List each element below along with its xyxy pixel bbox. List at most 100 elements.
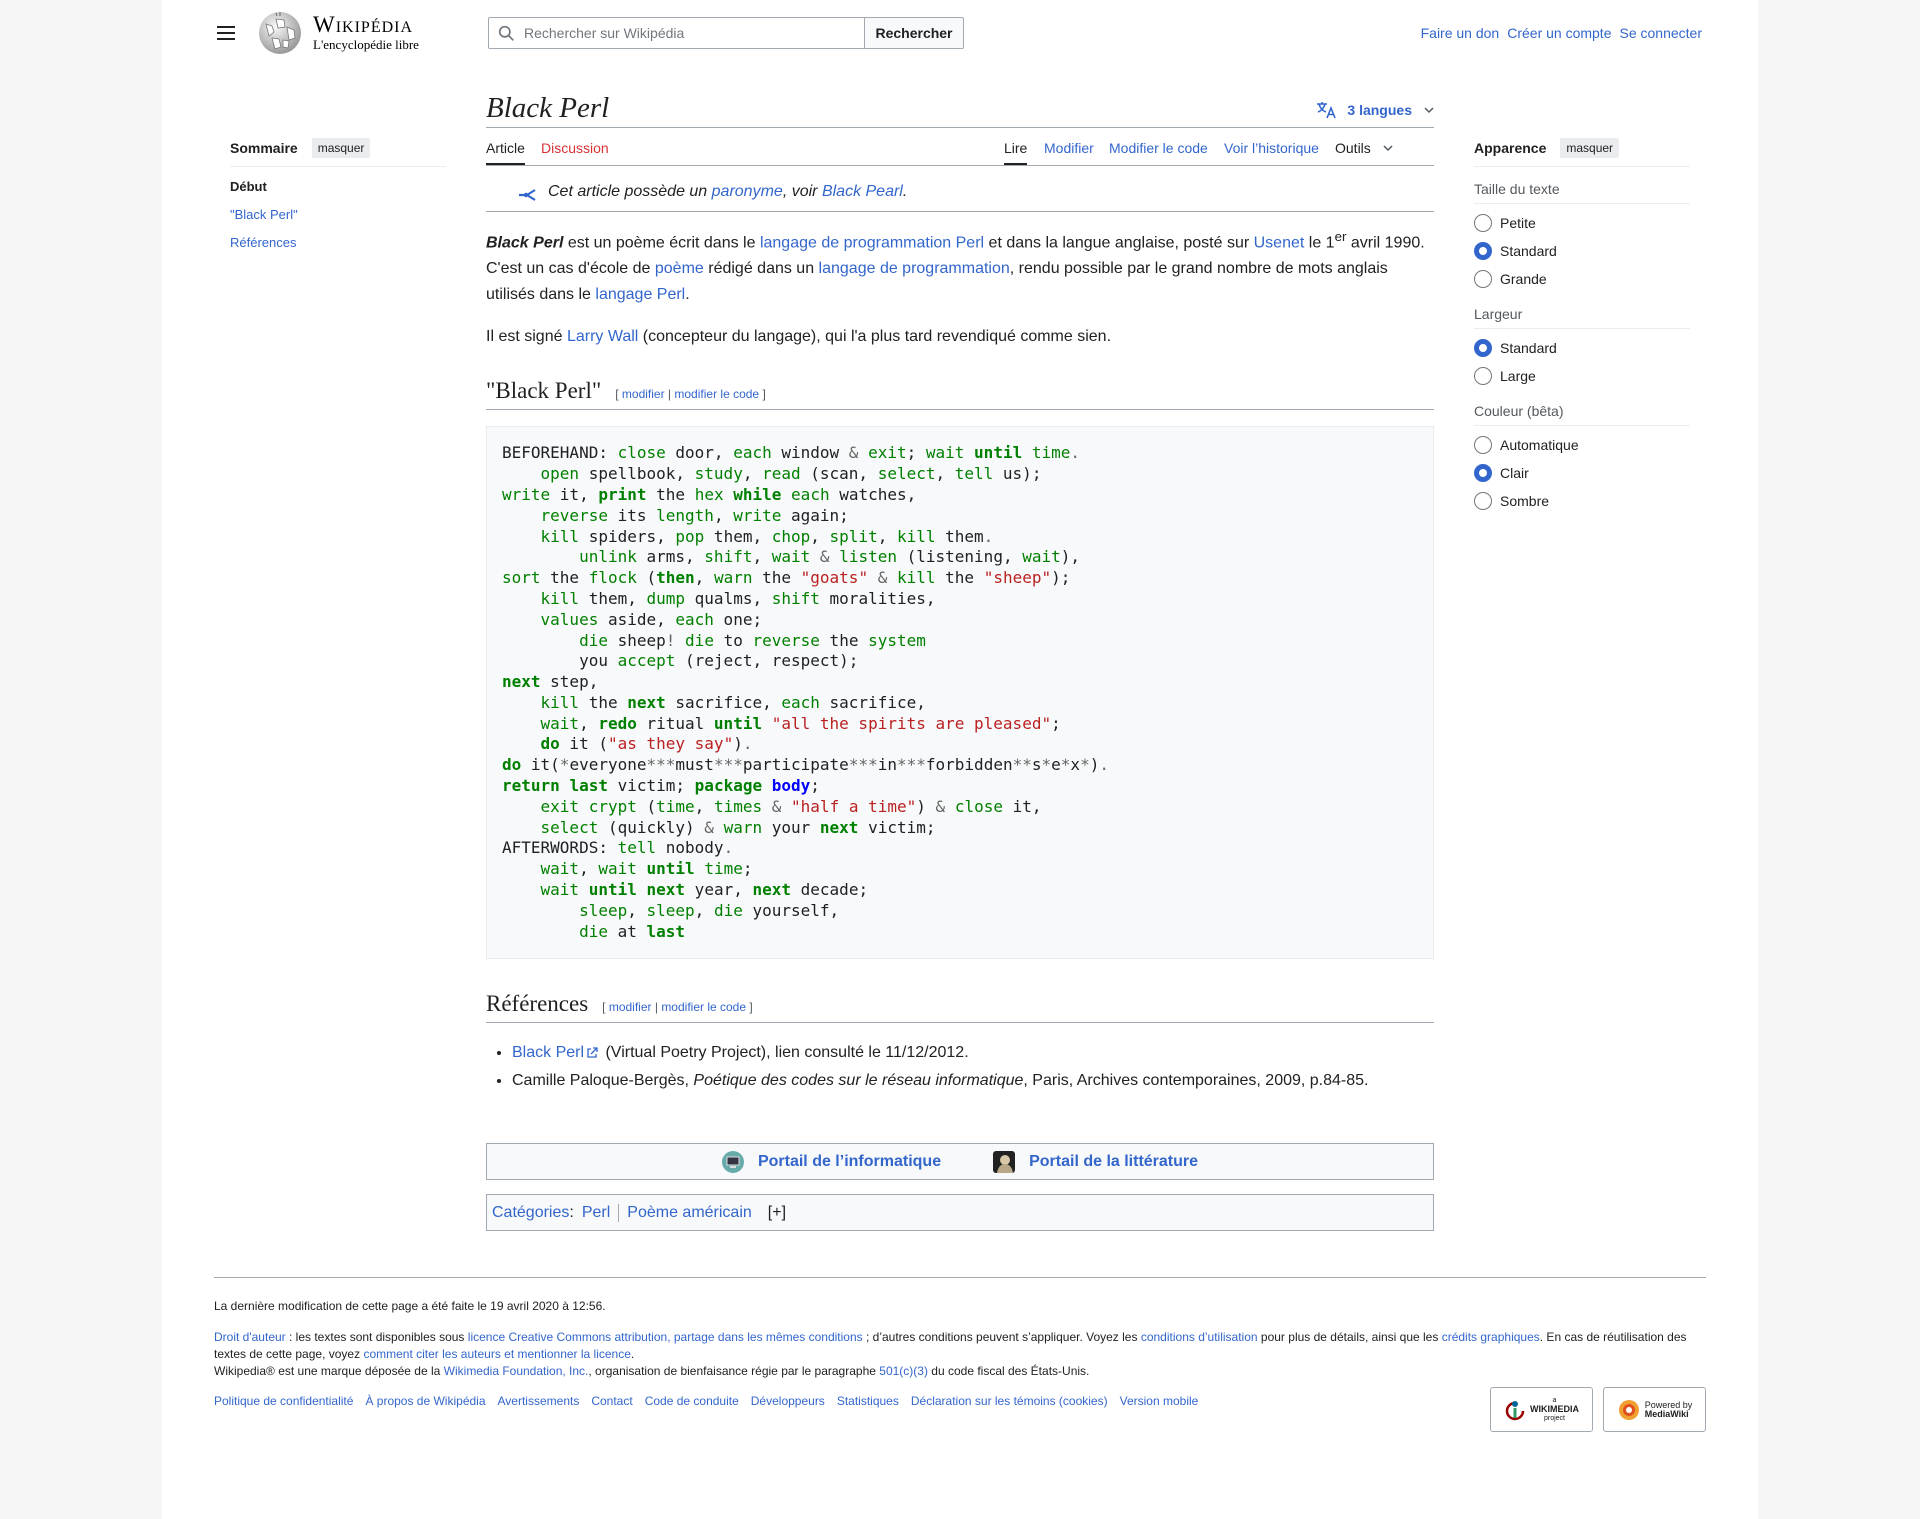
categories-link[interactable]: Catégories xyxy=(492,1204,569,1222)
black-perl-external-link[interactable]: Black Perl xyxy=(512,1044,584,1061)
poem-link[interactable]: poème xyxy=(655,260,704,277)
translate-icon xyxy=(1317,102,1337,119)
footer-link-statistics[interactable]: Statistiques xyxy=(837,1393,899,1410)
edit-source-section-link[interactable]: modifier le code xyxy=(674,387,759,401)
radio-button[interactable] xyxy=(1474,214,1492,232)
footer-link-disclaimers[interactable]: Avertissements xyxy=(498,1393,580,1410)
toc-hide-button[interactable]: masquer xyxy=(311,138,371,158)
tab-article[interactable]: Article xyxy=(486,140,525,165)
portal-informatique-link[interactable]: Portail de l’informatique xyxy=(721,1150,941,1173)
footer-link-developers[interactable]: Développeurs xyxy=(751,1393,825,1410)
text-size-standard-option[interactable]: Standard xyxy=(1474,242,1690,260)
login-link[interactable]: Se connecter xyxy=(1620,25,1703,41)
last-modified: La dernière modification de cette page a… xyxy=(214,1299,606,1313)
user-links: Faire un don Créer un compte Se connecte… xyxy=(1421,25,1702,41)
toc-item-black-perl[interactable]: "Black Perl" xyxy=(230,207,298,222)
mediawiki-logo-icon xyxy=(1618,1399,1639,1420)
article-content: Black Perl 3 langues Article Discussion … xyxy=(486,90,1434,1232)
text-size-small-option[interactable]: Petite xyxy=(1474,214,1690,232)
width-standard-option[interactable]: Standard xyxy=(1474,339,1690,357)
appearance-panel: Apparence masquer Taille du texte Petite… xyxy=(1474,138,1690,510)
section-heading-references: Références[ modifier | modifier le code … xyxy=(486,991,1434,1024)
powered-by-mediawiki-badge[interactable]: Powered by MediaWiki xyxy=(1603,1387,1706,1432)
donate-link[interactable]: Faire un don xyxy=(1421,25,1500,41)
category-poeme-americain-link[interactable]: Poème américain xyxy=(627,1204,752,1222)
usenet-link[interactable]: Usenet xyxy=(1254,234,1305,251)
toc-item-debut[interactable]: Début xyxy=(230,179,446,195)
wikimedia-project-badge[interactable]: a WIKIMEDIA project xyxy=(1490,1387,1593,1432)
footer-links: Politique de confidentialité À propos de… xyxy=(214,1393,1706,1410)
radio-button[interactable] xyxy=(1474,492,1492,510)
tools-menu[interactable]: Outils xyxy=(1335,140,1393,163)
disambiguation-icon xyxy=(519,189,536,201)
portrait-icon xyxy=(993,1150,1016,1173)
radio-button[interactable] xyxy=(1474,367,1492,385)
section-edit-links: [ modifier | modifier le code ] xyxy=(615,387,766,402)
edit-source-section-link[interactable]: modifier le code xyxy=(661,1000,746,1014)
cite-authors-link[interactable]: comment citer les auteurs et mentionner … xyxy=(363,1347,630,1361)
footer-link-code-of-conduct[interactable]: Code de conduite xyxy=(645,1393,739,1410)
list-item: Black Perl (Virtual Poetry Project), lie… xyxy=(512,1039,1434,1067)
radio-button[interactable] xyxy=(1474,436,1492,454)
search-input[interactable] xyxy=(489,18,864,48)
search-button[interactable]: Rechercher xyxy=(864,17,964,49)
tab-edit[interactable]: Modifier xyxy=(1044,140,1094,163)
language-button[interactable]: 3 langues xyxy=(1315,100,1434,120)
portal-litterature-link[interactable]: Portail de la littérature xyxy=(993,1150,1198,1173)
chevron-down-icon xyxy=(1383,145,1393,152)
search-form: Rechercher xyxy=(488,17,964,49)
wikipedia-globe-logo[interactable] xyxy=(254,10,306,56)
appearance-hide-button[interactable]: masquer xyxy=(1560,138,1620,158)
footer-link-contact[interactable]: Contact xyxy=(591,1393,632,1410)
perl-language-link[interactable]: langage de programmation Perl xyxy=(760,234,984,251)
perl-link[interactable]: langage Perl xyxy=(595,286,685,303)
color-dark-option[interactable]: Sombre xyxy=(1474,492,1690,510)
footer-link-privacy[interactable]: Politique de confidentialité xyxy=(214,1393,353,1410)
copyright-link[interactable]: Droit d'auteur xyxy=(214,1330,286,1344)
main-menu-button[interactable] xyxy=(214,22,238,46)
wordmark[interactable]: Wikipédia L'encyclopédie libre xyxy=(313,13,419,53)
categories-expand-button[interactable]: [+] xyxy=(768,1204,786,1222)
section-edit-links: [ modifier | modifier le code ] xyxy=(602,1000,753,1015)
color-auto-option[interactable]: Automatique xyxy=(1474,436,1690,454)
larry-wall-link[interactable]: Larry Wall xyxy=(567,328,638,345)
tab-discussion[interactable]: Discussion xyxy=(541,140,609,163)
section-heading-black-perl: "Black Perl"[ modifier | modifier le cod… xyxy=(486,378,1434,411)
text-size-large-option[interactable]: Grande xyxy=(1474,270,1690,288)
hatnote: Cet article possède un paronyme, voir Bl… xyxy=(486,166,1434,212)
black-pearl-link[interactable]: Black Pearl xyxy=(822,183,903,200)
width-large-option[interactable]: Large xyxy=(1474,367,1690,385)
programming-language-link[interactable]: langage de programmation xyxy=(819,260,1010,277)
license-link[interactable]: licence Creative Commons attribution, pa… xyxy=(468,1330,863,1344)
wikimedia-foundation-link[interactable]: Wikimedia Foundation, Inc. xyxy=(444,1364,589,1378)
page: Wikipédia L'encyclopédie libre Recherche… xyxy=(162,0,1758,1519)
footer-link-cookies[interactable]: Déclaration sur les témoins (cookies) xyxy=(911,1393,1108,1410)
page-tabs: Article Discussion Lire Modifier Modifie… xyxy=(486,128,1434,166)
tab-read[interactable]: Lire xyxy=(1004,140,1028,165)
radio-button-checked[interactable] xyxy=(1474,242,1492,260)
radio-button-checked[interactable] xyxy=(1474,464,1492,482)
search-box xyxy=(488,17,864,49)
tab-edit-source[interactable]: Modifier le code xyxy=(1109,140,1208,163)
edit-section-link[interactable]: modifier xyxy=(622,387,665,401)
footer-link-mobile[interactable]: Version mobile xyxy=(1120,1393,1199,1410)
width-label: Largeur xyxy=(1474,306,1690,329)
chevron-down-icon xyxy=(1424,107,1434,114)
color-light-option[interactable]: Clair xyxy=(1474,464,1690,482)
create-account-link[interactable]: Créer un compte xyxy=(1507,25,1611,41)
portal-bar: Portail de l’informatique Portail de la … xyxy=(486,1143,1434,1181)
edit-section-link[interactable]: modifier xyxy=(609,1000,652,1014)
tools-label: Outils xyxy=(1335,140,1371,156)
radio-button-checked[interactable] xyxy=(1474,339,1492,357)
radio-button[interactable] xyxy=(1474,270,1492,288)
501c3-link[interactable]: 501(c)(3) xyxy=(879,1364,928,1378)
language-count: 3 langues xyxy=(1347,102,1412,118)
category-perl-link[interactable]: Perl xyxy=(582,1204,610,1222)
tab-history[interactable]: Voir l’historique xyxy=(1224,140,1319,163)
graphic-credits-link[interactable]: crédits graphiques xyxy=(1442,1330,1540,1344)
footer-link-about[interactable]: À propos de Wikipédia xyxy=(365,1393,485,1410)
footer-badges: a WIKIMEDIA project Powered by MediaWiki xyxy=(1490,1387,1706,1432)
terms-link[interactable]: conditions d’utilisation xyxy=(1141,1330,1258,1344)
toc-item-references[interactable]: Références xyxy=(230,235,296,250)
paronym-link[interactable]: paronyme xyxy=(712,183,783,200)
